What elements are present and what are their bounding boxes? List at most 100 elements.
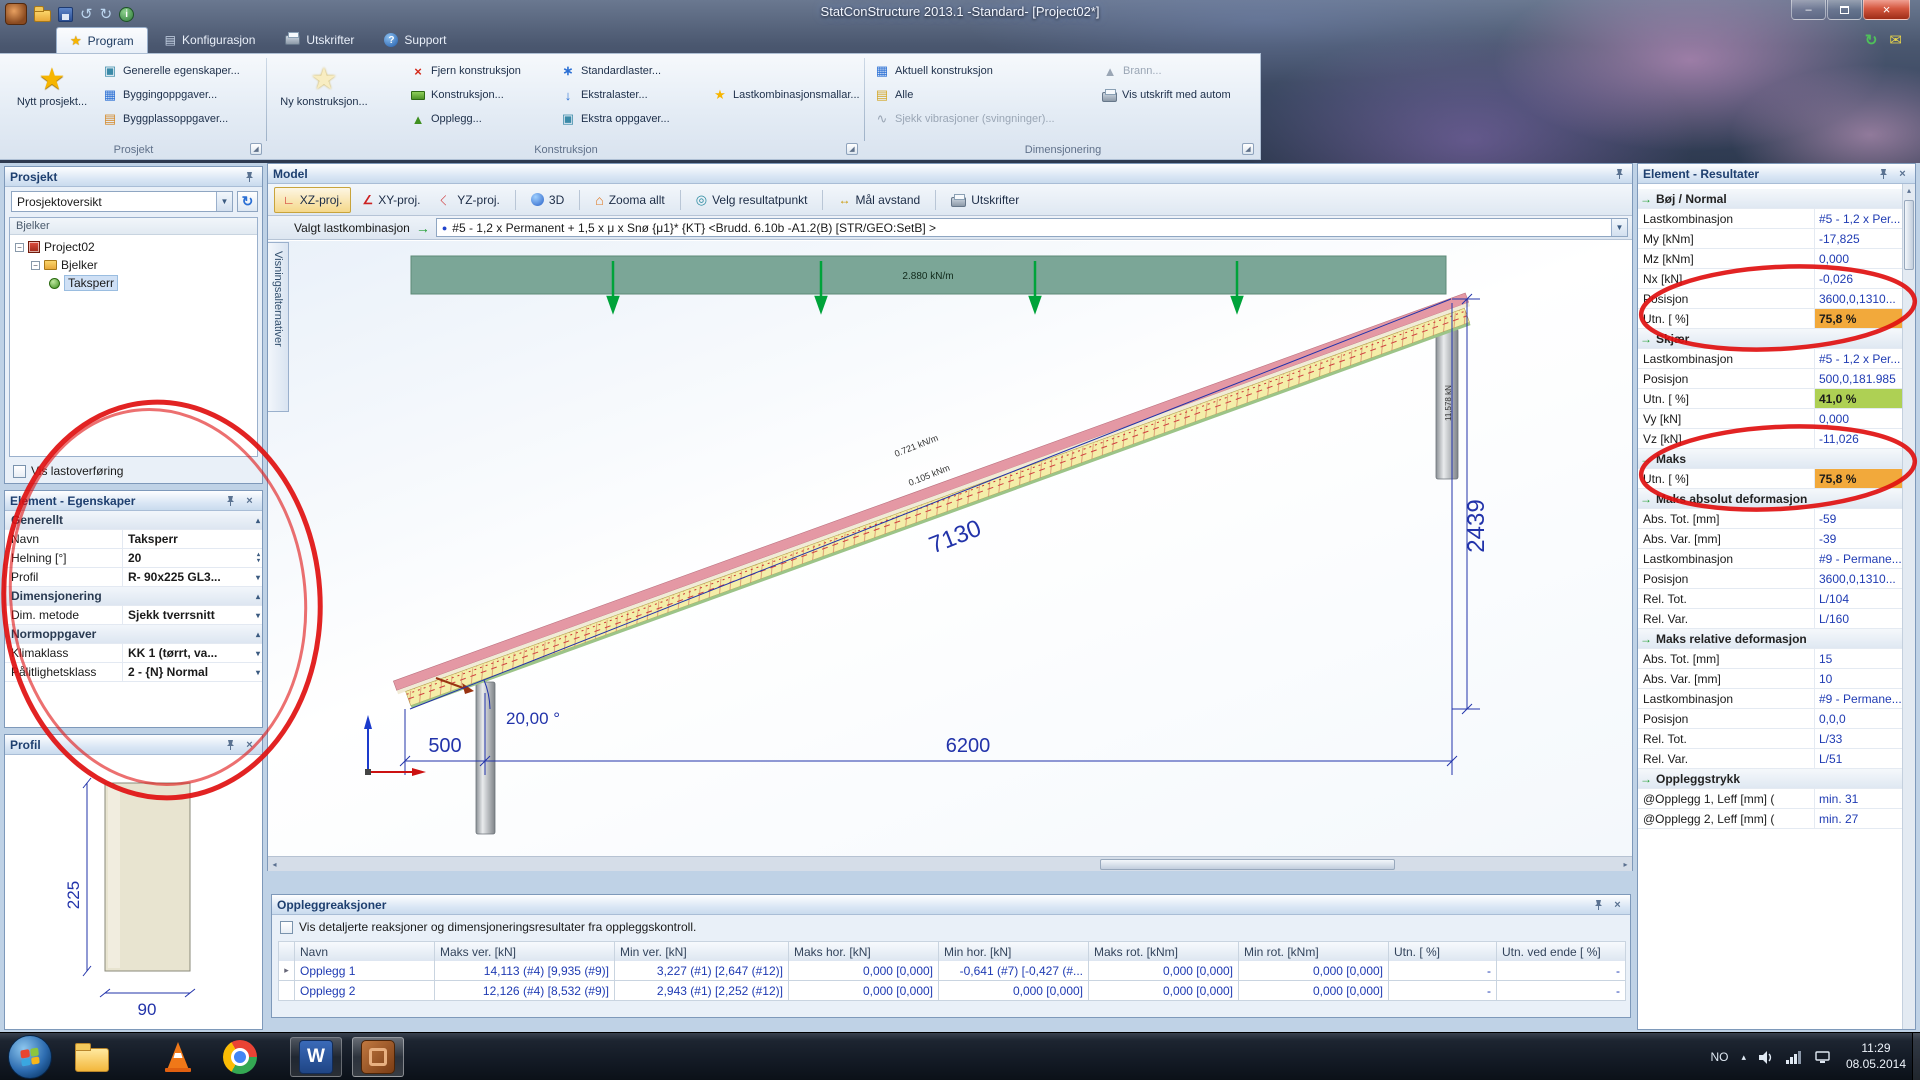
site-tasks-button[interactable]: ▤ Byggplassoppgaver... (102, 108, 228, 130)
view-3d-button[interactable]: 3D (522, 187, 573, 213)
view-options-tab[interactable]: Visningsalternativer (268, 242, 289, 412)
result-section[interactable]: →Maks (1638, 449, 1902, 469)
tree-item-bjelker[interactable]: − Bjelker (10, 256, 257, 274)
standard-loads-button[interactable]: ∗ Standardlaster... (560, 60, 661, 82)
result-row[interactable]: Rel. Var.L/51 (1638, 749, 1902, 769)
view-yz-button[interactable]: ∟YZ-proj. (431, 187, 508, 213)
scroll-right-icon[interactable]: ▸ (1619, 858, 1632, 871)
refresh-button[interactable]: ↻ (237, 191, 258, 212)
select-result-point-button[interactable]: ◎Velg resultatpunkt (687, 187, 817, 213)
result-row[interactable]: @Opplegg 2, Leff [mm] (min. 27 (1638, 809, 1902, 829)
check-vibrations-button[interactable]: ∿ Sjekk vibrasjoner (svingninger)... (874, 108, 1055, 130)
result-row[interactable]: Posisjon500,0,181.985 (1638, 369, 1902, 389)
property-section[interactable]: Normoppgaver▴ (5, 625, 262, 644)
horizontal-scrollbar[interactable]: ◂ ▸ (268, 856, 1632, 871)
vertical-scrollbar[interactable]: ▴ (1902, 184, 1915, 1029)
print-preview-button[interactable]: Vis utskrift med autom (1102, 84, 1231, 106)
supports-button[interactable]: ▲ Opplegg... (410, 108, 482, 130)
taskbar-word[interactable]: W (290, 1037, 342, 1077)
property-section[interactable]: Generellt▴ (5, 511, 262, 530)
volume-icon[interactable] (1759, 1051, 1773, 1064)
chevron-down-icon[interactable]: ▾ (256, 573, 260, 582)
close-icon[interactable]: × (1895, 166, 1910, 181)
dialog-launcher-icon[interactable]: ◢ (250, 143, 262, 155)
show-load-transfer-checkbox[interactable]: Vis lastoverføring (13, 464, 123, 478)
chevron-down-icon[interactable]: ▾ (256, 611, 260, 620)
result-section[interactable]: →Maks relative deformasjon (1638, 629, 1902, 649)
taskbar-explorer[interactable] (66, 1037, 118, 1077)
tab-utskrifter[interactable]: Utskrifter (272, 27, 367, 53)
zoom-all-button[interactable]: ⌂Zooma allt (586, 187, 674, 213)
measure-distance-button[interactable]: ↔Mål avstand (829, 187, 929, 213)
new-project-button[interactable]: ★ Nytt prosjekt... (6, 58, 98, 142)
detailed-reactions-checkbox[interactable]: Vis detaljerte reaksjoner og dimensjoner… (280, 920, 696, 934)
app-logo-icon[interactable] (5, 3, 27, 25)
scroll-left-icon[interactable]: ◂ (268, 858, 281, 871)
open-icon[interactable] (34, 10, 51, 22)
property-row[interactable]: NavnTaksperr (5, 530, 262, 549)
show-desktop-button[interactable] (1912, 1033, 1920, 1080)
result-row[interactable]: Rel. Var.L/160 (1638, 609, 1902, 629)
collapse-icon[interactable]: − (15, 243, 24, 252)
result-row[interactable]: Posisjon3600,0,1310... (1638, 569, 1902, 589)
pin-icon[interactable] (1591, 897, 1606, 912)
scrollbar-thumb[interactable] (1904, 200, 1914, 270)
extra-tasks-button[interactable]: ▣ Ekstra oppgaver... (560, 108, 670, 130)
chevron-down-icon[interactable]: ▾ (256, 668, 260, 677)
model-canvas[interactable]: 2.880 kN/m 11,578 kN (268, 241, 1632, 856)
design-all-button[interactable]: ▤ Alle (874, 84, 913, 106)
pin-icon[interactable] (223, 737, 238, 752)
building-tasks-button[interactable]: ▦ Byggingoppgaver... (102, 84, 217, 106)
result-row-utilization[interactable]: Utn. [ %]41,0 % (1638, 389, 1902, 409)
result-section[interactable]: →Bøj / Normal (1638, 189, 1902, 209)
remove-construction-button[interactable]: × Fjern konstruksjon (410, 60, 521, 82)
view-xy-button[interactable]: ∠XY-proj. (353, 187, 429, 213)
language-indicator[interactable]: NO (1710, 1050, 1728, 1064)
maximize-button[interactable] (1827, 0, 1862, 20)
taskbar-statcon[interactable] (352, 1037, 404, 1077)
result-row[interactable]: Abs. Var. [mm]10 (1638, 669, 1902, 689)
power-icon[interactable] (1815, 1051, 1830, 1064)
close-button[interactable]: × (1863, 0, 1910, 20)
result-row-utilization[interactable]: Utn. [ %]75,8 % (1638, 469, 1902, 489)
result-row[interactable]: Mz [kNm]0,000 (1638, 249, 1902, 269)
pin-icon[interactable] (242, 169, 257, 184)
property-row[interactable]: Helning [°]20▴▾ (5, 549, 262, 568)
redo-icon[interactable]: ↻ (100, 7, 113, 22)
collapse-icon[interactable]: − (31, 261, 40, 270)
scrollbar-thumb[interactable] (1100, 859, 1395, 870)
result-row[interactable]: Abs. Var. [mm]-39 (1638, 529, 1902, 549)
tab-konfigurasjon[interactable]: ▤ Konfigurasjon (152, 27, 269, 53)
result-section[interactable]: →Skjær (1638, 329, 1902, 349)
chevron-down-icon[interactable]: ▾ (256, 649, 260, 658)
tree-item-project[interactable]: − Project02 (10, 238, 257, 256)
construction-button[interactable]: Konstruksjon... (410, 84, 504, 106)
property-section[interactable]: Dimensjonering▴ (5, 587, 262, 606)
tree-item-taksperr[interactable]: Taksperr (10, 274, 257, 292)
dialog-launcher-icon[interactable]: ◢ (846, 143, 858, 155)
new-construction-button[interactable]: ★ Ny konstruksjon... (276, 58, 372, 142)
result-section[interactable]: →Oppleggstrykk (1638, 769, 1902, 789)
tab-support[interactable]: ? Support (371, 27, 459, 53)
result-row[interactable]: Posisjon3600,0,1310... (1638, 289, 1902, 309)
result-row[interactable]: Vz [kN]-11,026 (1638, 429, 1902, 449)
property-row[interactable]: Pålitlighetsklass2 - {N} Normal▾ (5, 663, 262, 682)
result-row[interactable]: Nx [kN]-0,026 (1638, 269, 1902, 289)
result-row[interactable]: Lastkombinasjon#9 - Permane... (1638, 689, 1902, 709)
close-icon[interactable]: × (1610, 897, 1625, 912)
result-row[interactable]: Vy [kN]0,000 (1638, 409, 1902, 429)
property-row[interactable]: ProfilR- 90x225 GL3...▾ (5, 568, 262, 587)
minimize-button[interactable]: – (1791, 0, 1826, 20)
result-row[interactable]: Lastkombinasjon#5 - 1,2 x Per... (1638, 349, 1902, 369)
result-row[interactable]: Lastkombinasjon#9 - Permane... (1638, 549, 1902, 569)
property-row[interactable]: KlimaklassKK 1 (tørrt, va...▾ (5, 644, 262, 663)
info-icon[interactable]: i (119, 7, 134, 22)
network-icon[interactable] (1786, 1051, 1802, 1064)
result-section[interactable]: →Maks absolut deformasjon (1638, 489, 1902, 509)
start-button[interactable] (8, 1035, 52, 1079)
close-icon[interactable]: × (242, 493, 257, 508)
result-row[interactable]: @Opplegg 1, Leff [mm] (min. 31 (1638, 789, 1902, 809)
view-xz-button[interactable]: ∟XZ-proj. (274, 187, 351, 213)
tab-program[interactable]: ★ Program (56, 27, 148, 53)
load-combination-dropdown[interactable]: ● #5 - 1,2 x Permanent + 1,5 x μ x Snø {… (436, 218, 1628, 237)
